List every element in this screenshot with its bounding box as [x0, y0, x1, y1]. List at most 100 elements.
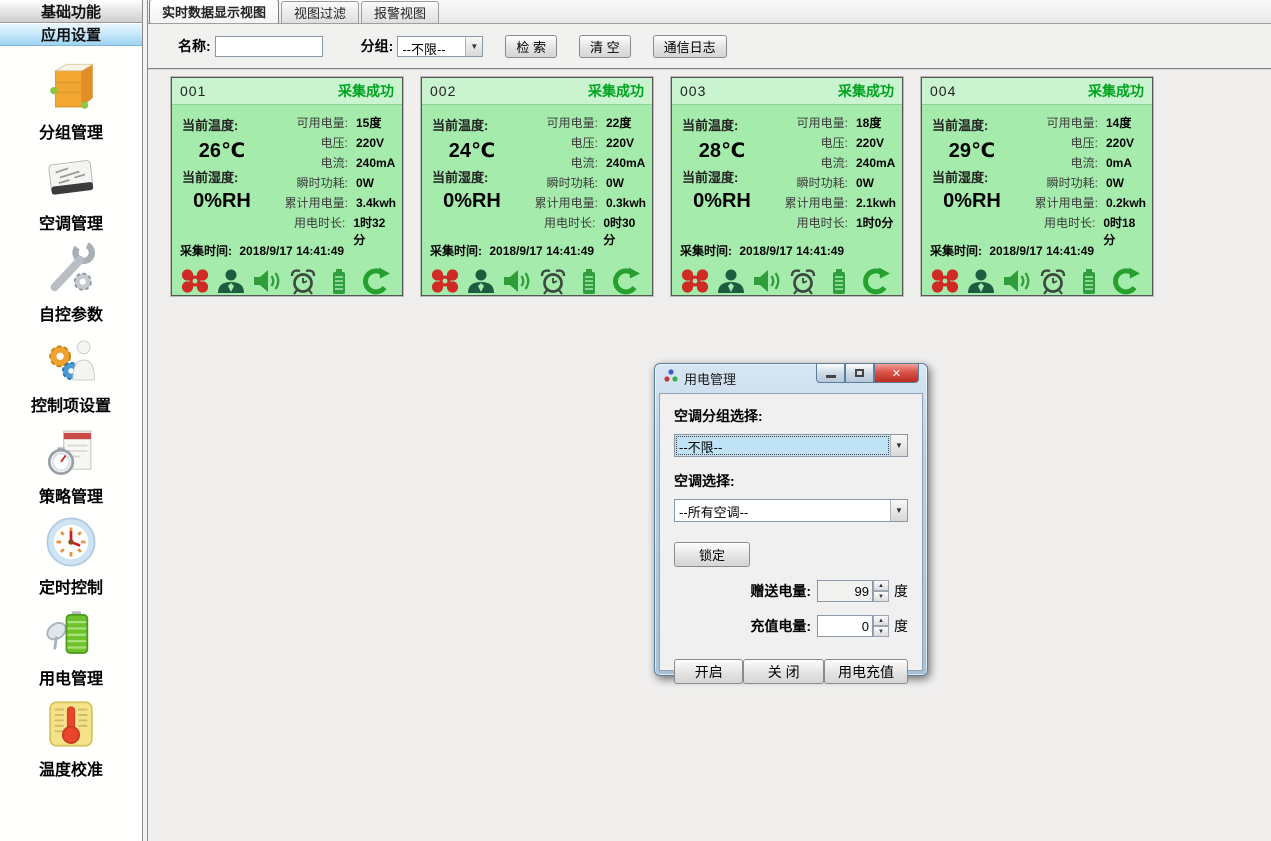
- search-toolbar: 名称: 分组: --不限-- ▼ 检 索 清 空 通信日志: [148, 24, 1271, 70]
- voltage-value: 220V: [1106, 136, 1134, 150]
- inst-power-label: 瞬时功耗:: [1012, 174, 1098, 191]
- available-label: 可用电量:: [512, 114, 598, 131]
- user-icon[interactable]: [214, 265, 248, 297]
- temp-label: 当前温度:: [932, 115, 1012, 134]
- ac-group-select[interactable]: --不限-- ▼: [674, 434, 908, 457]
- ac-select-value: --所有空调--: [675, 500, 890, 521]
- battery-icon[interactable]: [822, 265, 856, 297]
- humidity-value: 0%RH: [682, 190, 762, 213]
- ac-select-label: 空调选择:: [674, 471, 908, 491]
- chevron-down-icon[interactable]: ▼: [890, 500, 907, 521]
- refresh-icon[interactable]: [358, 265, 392, 297]
- chevron-down-icon[interactable]: ▼: [890, 435, 907, 456]
- sidebar-item-temperature-calibration[interactable]: 温度校准: [0, 693, 142, 784]
- group-select[interactable]: --不限-- ▼: [397, 36, 483, 57]
- user-icon[interactable]: [964, 265, 998, 297]
- humidity-value: 0%RH: [932, 190, 1012, 213]
- device-card-003: 003 采集成功 当前温度: 28℃ 当前湿度: 0%RH 可用电量:18度 电…: [671, 77, 903, 296]
- alarm-icon[interactable]: [286, 265, 320, 297]
- speaker-icon[interactable]: [1000, 265, 1034, 297]
- collect-time-value: 2018/9/17 14:41:49: [239, 244, 344, 258]
- sidebar-item-label: 空调管理: [39, 210, 103, 234]
- step-down-icon[interactable]: ▼: [873, 626, 889, 637]
- fan-icon[interactable]: [178, 265, 212, 297]
- speaker-icon[interactable]: [750, 265, 784, 297]
- refresh-icon[interactable]: [1108, 265, 1142, 297]
- alarm-icon[interactable]: [1036, 265, 1070, 297]
- battery-icon[interactable]: [322, 265, 356, 297]
- alarm-icon[interactable]: [536, 265, 570, 297]
- minimize-icon: [826, 375, 836, 378]
- tab-alarm-view[interactable]: 报警视图: [361, 1, 439, 23]
- alarm-icon[interactable]: [786, 265, 820, 297]
- duration-value: 1时0分: [856, 214, 893, 231]
- sidebar-item-ac-management[interactable]: 空调管理: [0, 147, 142, 238]
- sidebar-item-control-item-settings[interactable]: 控制项设置: [0, 329, 142, 420]
- recharge-energy-input[interactable]: [817, 615, 873, 637]
- card-icon-row: [172, 259, 402, 297]
- available-value: 18度: [856, 114, 881, 131]
- temp-value: 28℃: [682, 138, 762, 163]
- step-up-icon[interactable]: ▲: [873, 615, 889, 626]
- close-button[interactable]: ✕: [874, 364, 919, 383]
- sidebar-item-strategy-management[interactable]: 策略管理: [0, 420, 142, 511]
- sidebar-section-basic-functions[interactable]: 基础功能: [0, 0, 142, 23]
- user-icon[interactable]: [714, 265, 748, 297]
- tab-label: 报警视图: [374, 3, 426, 22]
- device-id: 002: [430, 83, 456, 99]
- refresh-icon[interactable]: [858, 265, 892, 297]
- fan-icon[interactable]: [428, 265, 462, 297]
- duration-label: 用电时长:: [262, 214, 345, 231]
- duration-value: 0时18分: [1103, 214, 1146, 248]
- card-body: 当前温度: 29℃ 当前湿度: 0%RH 可用电量:14度 电压:220V 电流…: [922, 105, 1152, 233]
- dialog-button-row: 开启 关 闭 用电充值: [674, 659, 908, 684]
- card-body: 当前温度: 28℃ 当前湿度: 0%RH 可用电量:18度 电压:220V 电流…: [672, 105, 902, 233]
- sidebar-section-label: 应用设置: [41, 24, 101, 45]
- clear-button[interactable]: 清 空: [579, 35, 631, 58]
- speaker-icon[interactable]: [250, 265, 284, 297]
- step-up-icon[interactable]: ▲: [873, 580, 889, 591]
- open-button[interactable]: 开启: [674, 659, 743, 684]
- search-button[interactable]: 检 索: [505, 35, 557, 58]
- ac-group-select-value: --不限--: [675, 435, 890, 456]
- power-recharge-button[interactable]: 用电充值: [824, 659, 908, 684]
- close-ac-button[interactable]: 关 闭: [743, 659, 823, 684]
- available-label: 可用电量:: [1012, 114, 1098, 131]
- sidebar-item-power-management[interactable]: 用电管理: [0, 602, 142, 693]
- total-energy-value: 0.2kwh: [1106, 196, 1146, 210]
- battery-icon[interactable]: [1072, 265, 1106, 297]
- sidebar-item-auto-control-params[interactable]: 自控参数: [0, 238, 142, 329]
- power-management-dialog: 用电管理 ✕ 空调分组选择: --不限-- ▼ 空调选择: --所有空调-- ▼…: [654, 363, 928, 676]
- gift-energy-stepper: ▲ ▼: [873, 580, 889, 602]
- dialog-title: 用电管理: [684, 369, 736, 388]
- battery-icon[interactable]: [572, 265, 606, 297]
- tab-view-filter[interactable]: 视图过滤: [281, 1, 359, 23]
- inst-power-value: 0W: [606, 176, 624, 190]
- current-label: 电流:: [762, 154, 848, 171]
- tab-realtime-data-view[interactable]: 实时数据显示视图: [149, 0, 279, 23]
- chevron-down-icon[interactable]: ▼: [465, 37, 482, 56]
- gift-energy-input[interactable]: [817, 580, 873, 602]
- comm-log-button[interactable]: 通信日志: [653, 35, 727, 58]
- refresh-icon[interactable]: [608, 265, 642, 297]
- lock-button[interactable]: 锁定: [674, 542, 750, 567]
- sidebar-item-timer-control[interactable]: 定时控制: [0, 511, 142, 602]
- sidebar-item-label: 温度校准: [39, 756, 103, 780]
- ac-select[interactable]: --所有空调-- ▼: [674, 499, 908, 522]
- device-id: 003: [680, 83, 706, 99]
- fan-icon[interactable]: [928, 265, 962, 297]
- sidebar-item-group-management[interactable]: 分组管理: [0, 56, 142, 147]
- temp-label: 当前温度:: [182, 115, 262, 134]
- inst-power-label: 瞬时功耗:: [512, 174, 598, 191]
- sidebar-section-app-settings[interactable]: 应用设置: [0, 23, 142, 46]
- card-icon-row: [922, 259, 1152, 297]
- step-down-icon[interactable]: ▼: [873, 591, 889, 602]
- speaker-icon[interactable]: [500, 265, 534, 297]
- maximize-button[interactable]: [845, 364, 874, 383]
- minimize-button[interactable]: [816, 364, 845, 383]
- name-input[interactable]: [215, 36, 323, 57]
- humidity-label: 当前湿度:: [182, 167, 262, 186]
- user-icon[interactable]: [464, 265, 498, 297]
- status-badge: 采集成功: [838, 81, 894, 101]
- fan-icon[interactable]: [678, 265, 712, 297]
